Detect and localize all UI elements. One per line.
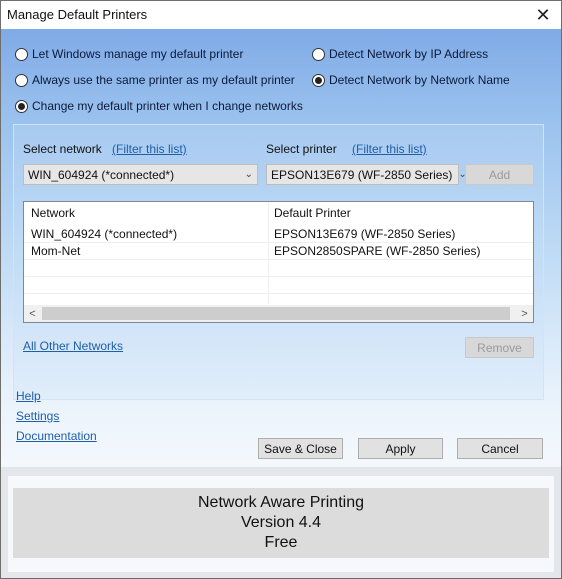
chevron-down-icon: ⌄	[244, 169, 253, 180]
radio-selected-icon	[15, 99, 28, 113]
cell-network: WIN_604924 (*connected*)	[31, 227, 178, 241]
filter-printer-list-link[interactable]: (Filter this list)	[352, 142, 427, 156]
select-network-label: Select network	[23, 142, 102, 156]
horizontal-scrollbar[interactable]: < >	[24, 305, 533, 322]
select-printer-label: Select printer	[266, 142, 337, 156]
cell-printer: EPSON13E679 (WF-2850 Series)	[274, 227, 456, 241]
filter-network-list-link[interactable]: (Filter this list)	[112, 142, 187, 156]
table-row-empty	[24, 277, 533, 294]
help-link[interactable]: Help	[16, 389, 41, 403]
table-header: Network Default Printer	[24, 205, 533, 222]
cell-network: Mom-Net	[31, 244, 81, 258]
column-header-network[interactable]: Network	[31, 206, 75, 220]
all-other-networks-link[interactable]: All Other Networks	[23, 339, 123, 353]
radio-circle-icon	[15, 73, 28, 87]
apply-button[interactable]: Apply	[358, 438, 443, 459]
manage-default-printers-window: Manage Default Printers ✕ Let Windows ma…	[0, 0, 562, 579]
footer-frame: Network Aware Printing Version 4.4 Free	[8, 476, 554, 572]
table-row[interactable]: Mom-Net EPSON2850SPARE (WF-2850 Series)	[24, 243, 533, 260]
network-printer-table: Network Default Printer WIN_604924 (*con…	[23, 201, 534, 323]
window-title: Manage Default Printers	[7, 7, 148, 22]
radio-selected-icon	[312, 73, 325, 87]
printer-select-value: EPSON13E679 (WF-2850 Series)	[271, 167, 453, 182]
table-row[interactable]: WIN_604924 (*connected*) EPSON13E679 (WF…	[24, 226, 533, 243]
cancel-button[interactable]: Cancel	[457, 438, 543, 459]
radio-label: Always use the same printer as my defaul…	[32, 73, 295, 87]
radio-change-with-networks[interactable]: Change my default printer when I change …	[15, 99, 303, 113]
title-bar: Manage Default Printers ✕	[1, 1, 561, 29]
product-name: Network Aware Printing	[198, 494, 364, 511]
radio-label: Let Windows manage my default printer	[32, 47, 244, 61]
printer-select[interactable]: EPSON13E679 (WF-2850 Series) ⌄	[266, 164, 467, 185]
close-icon[interactable]: ✕	[531, 3, 555, 27]
radio-circle-icon	[312, 47, 325, 61]
save-close-button[interactable]: Save & Close	[258, 438, 343, 459]
network-select[interactable]: WIN_604924 (*connected*) ⌄	[23, 164, 258, 185]
product-edition: Free	[264, 534, 298, 551]
radio-let-windows-manage[interactable]: Let Windows manage my default printer	[15, 47, 243, 61]
dialog-body: Let Windows manage my default printer Al…	[1, 29, 561, 467]
radio-circle-icon	[15, 47, 28, 61]
radio-detect-by-ip[interactable]: Detect Network by IP Address	[312, 47, 488, 61]
product-info-panel: Network Aware Printing Version 4.4 Free	[13, 488, 549, 558]
radio-label: Detect Network by Network Name	[329, 73, 510, 87]
network-select-value: WIN_604924 (*connected*)	[28, 167, 175, 182]
table-row-empty	[24, 260, 533, 277]
radio-label: Detect Network by IP Address	[329, 47, 489, 61]
column-header-default-printer[interactable]: Default Printer	[274, 206, 351, 220]
scroll-right-icon[interactable]: >	[516, 305, 533, 322]
radio-detect-by-name[interactable]: Detect Network by Network Name	[312, 73, 510, 87]
radio-always-same-printer[interactable]: Always use the same printer as my defaul…	[15, 73, 295, 87]
network-printer-group: Select network (Filter this list) Select…	[13, 124, 544, 400]
cell-printer: EPSON2850SPARE (WF-2850 Series)	[274, 244, 481, 258]
scroll-left-icon[interactable]: <	[24, 305, 41, 322]
add-button[interactable]: Add	[465, 164, 534, 185]
radio-label: Change my default printer when I change …	[32, 99, 303, 113]
documentation-link[interactable]: Documentation	[16, 429, 97, 443]
footer-area: Network Aware Printing Version 4.4 Free	[1, 467, 561, 578]
settings-link[interactable]: Settings	[16, 409, 59, 423]
remove-button[interactable]: Remove	[465, 337, 534, 358]
scrollbar-thumb[interactable]	[42, 307, 510, 320]
product-version: Version 4.4	[240, 514, 322, 531]
